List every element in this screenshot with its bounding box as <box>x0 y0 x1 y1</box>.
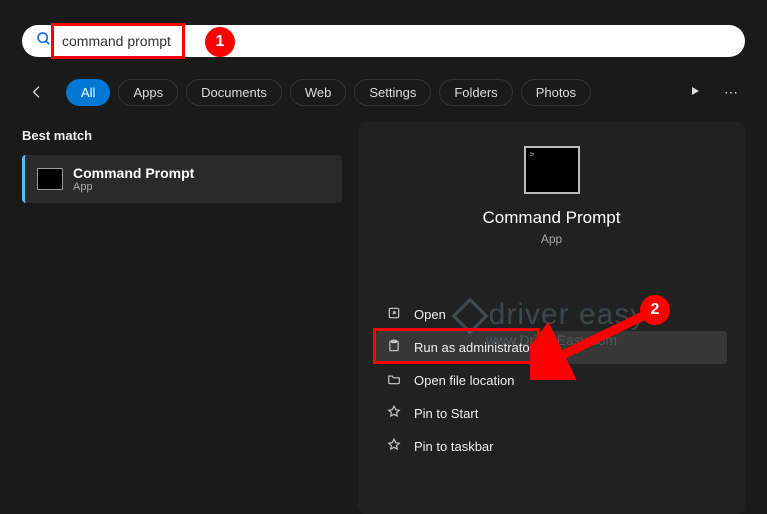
more-icon[interactable]: ⋯ <box>717 84 745 101</box>
result-command-prompt[interactable]: Command Prompt App <box>22 155 342 203</box>
action-pin-to-taskbar[interactable]: Pin to taskbar <box>376 430 727 463</box>
best-match-label: Best match <box>22 128 342 143</box>
folder-icon <box>386 372 402 389</box>
pin-icon <box>386 405 402 422</box>
action-pin-to-start[interactable]: Pin to Start <box>376 397 727 430</box>
tab-documents[interactable]: Documents <box>186 79 282 106</box>
shield-icon <box>386 339 402 356</box>
result-title: Command Prompt <box>73 165 194 181</box>
command-prompt-icon <box>37 168 63 190</box>
action-open[interactable]: Open <box>376 298 727 331</box>
action-label: Pin to taskbar <box>414 439 494 454</box>
back-button[interactable] <box>22 77 52 107</box>
action-label: Run as administrator <box>414 340 534 355</box>
result-subtitle: App <box>73 181 194 193</box>
filter-tabs: All Apps Documents Web Settings Folders … <box>22 77 745 107</box>
pin-icon <box>386 438 402 455</box>
tab-photos[interactable]: Photos <box>521 79 591 106</box>
action-label: Open <box>414 307 446 322</box>
detail-title: Command Prompt <box>376 208 727 228</box>
action-run-as-administrator[interactable]: Run as administrator <box>376 331 727 364</box>
detail-panel: Command Prompt App driver easy www.Drive… <box>358 122 745 514</box>
play-icon[interactable] <box>681 84 709 100</box>
open-icon <box>386 306 402 323</box>
action-list: Open Run as administrator Open file loca… <box>376 298 727 463</box>
search-icon <box>36 31 52 52</box>
tab-all[interactable]: All <box>66 79 110 106</box>
action-label: Pin to Start <box>414 406 478 421</box>
search-bar[interactable] <box>22 25 745 57</box>
results-panel: Best match Command Prompt App <box>22 128 342 203</box>
detail-subtitle: App <box>376 232 727 246</box>
tab-folders[interactable]: Folders <box>439 79 512 106</box>
detail-app-icon <box>524 146 580 194</box>
tab-web[interactable]: Web <box>290 79 347 106</box>
action-label: Open file location <box>414 373 514 388</box>
action-open-file-location[interactable]: Open file location <box>376 364 727 397</box>
search-input[interactable] <box>62 33 731 49</box>
tab-apps[interactable]: Apps <box>118 79 178 106</box>
tab-settings[interactable]: Settings <box>354 79 431 106</box>
